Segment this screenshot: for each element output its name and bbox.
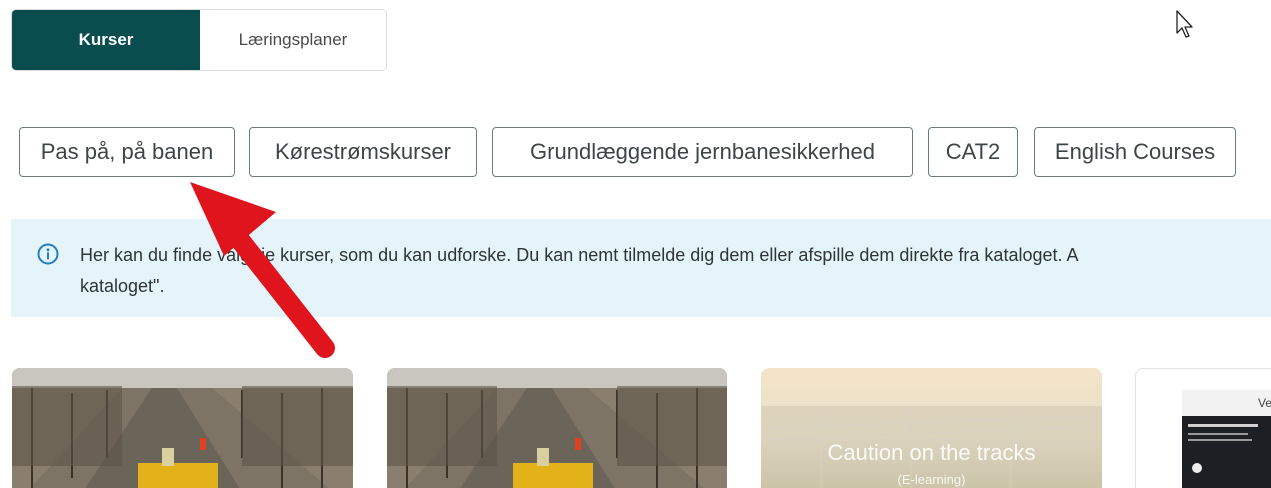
course-thumbnail-slide-image: Velko bbox=[1182, 390, 1271, 488]
slide-text-line bbox=[1188, 433, 1248, 435]
info-icon bbox=[37, 243, 59, 265]
chip-cat2[interactable]: CAT2 bbox=[928, 127, 1018, 177]
slide-bullet-icon bbox=[1192, 463, 1202, 473]
course-card-velkommen[interactable]: Velko bbox=[1135, 368, 1271, 488]
mouse-cursor-icon bbox=[1176, 10, 1193, 38]
chip-grundlaeggende-jernbanesikkerhed[interactable]: Grundlæggende jernbanesikkerhed bbox=[492, 127, 913, 177]
catalog-tabs: Kurser Læringsplaner bbox=[11, 9, 387, 71]
course-card-2[interactable] bbox=[387, 368, 727, 488]
course-card-title: Velko bbox=[1182, 390, 1271, 416]
slide-text-line bbox=[1188, 439, 1252, 441]
course-card-caution-on-the-tracks[interactable]: Caution on the tracks (E-learning) bbox=[761, 368, 1102, 488]
course-thumbnail-railway-image bbox=[387, 368, 727, 488]
course-thumbnail-railway-image bbox=[12, 368, 353, 488]
chip-english-courses[interactable]: English Courses bbox=[1034, 127, 1236, 177]
course-card-1[interactable] bbox=[12, 368, 353, 488]
slide-text-line bbox=[1188, 424, 1258, 427]
course-catalog-page: Kurser Læringsplaner Pas på, på banen Kø… bbox=[0, 0, 1271, 488]
tab-kurser[interactable]: Kurser bbox=[12, 10, 200, 70]
tab-laeringsplaner[interactable]: Læringsplaner bbox=[200, 10, 386, 70]
course-card-title: Caution on the tracks bbox=[827, 440, 1036, 465]
course-thumbnail-sunset-image bbox=[761, 368, 1102, 488]
course-card-subtitle: (E-learning) bbox=[897, 472, 966, 487]
annotation-arrow-icon bbox=[190, 182, 335, 358]
